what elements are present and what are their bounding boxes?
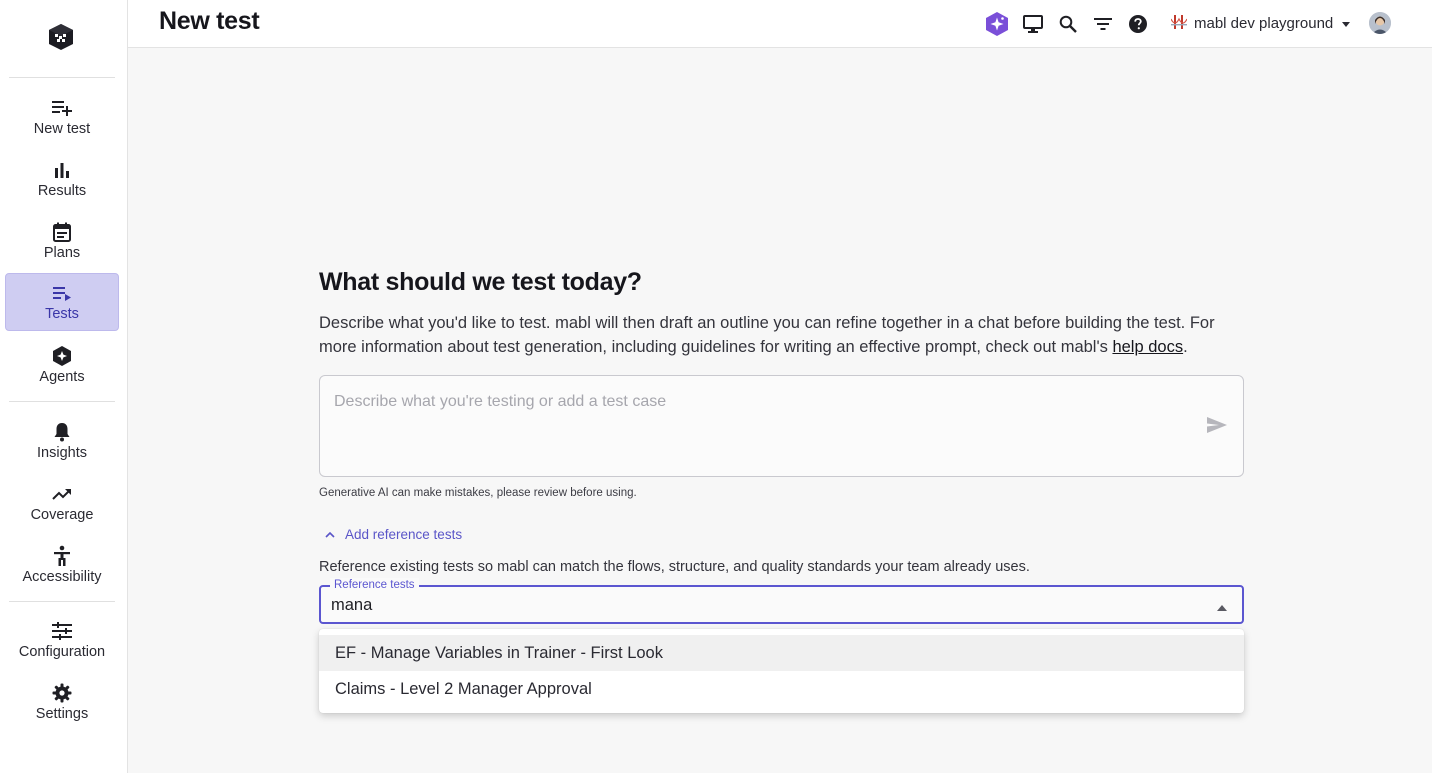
- tune-icon: [51, 620, 73, 642]
- sidebar-item-label: Results: [37, 183, 87, 199]
- nav-divider: [9, 401, 115, 402]
- reference-tests-input[interactable]: [331, 593, 1191, 617]
- sidebar-item-label: Insights: [37, 445, 87, 461]
- sidebar-item-plans[interactable]: Plans: [5, 213, 119, 271]
- sidebar-item-results[interactable]: Results: [5, 151, 119, 209]
- sidebar-item-tests[interactable]: Tests: [5, 273, 119, 331]
- reference-field-label: Reference tests: [330, 578, 419, 592]
- sidebar-item-label: New test: [33, 121, 91, 137]
- chevron-up-icon: [325, 525, 335, 543]
- mabl-logo[interactable]: [46, 22, 76, 52]
- sidebar-item-label: Agents: [39, 369, 85, 385]
- ai-sparkle-icon[interactable]: [984, 11, 1010, 37]
- bell-icon: [51, 421, 73, 443]
- reference-description: Reference existing tests so mabl can mat…: [319, 559, 1030, 575]
- avatar[interactable]: [1369, 12, 1391, 34]
- caret-up-icon[interactable]: [1216, 600, 1228, 611]
- search-icon[interactable]: [1055, 11, 1081, 37]
- sidebar-item-insights[interactable]: Insights: [5, 413, 119, 471]
- prompt-box: [319, 375, 1244, 477]
- sidebar-item-label: Coverage: [30, 507, 94, 523]
- page-title: New test: [159, 7, 260, 35]
- main-heading: What should we test today?: [319, 268, 642, 296]
- sidebar-item-label: Configuration: [18, 644, 106, 660]
- description-text: Describe what you'd like to test. mabl w…: [319, 314, 1215, 356]
- reference-options-menu: EF - Manage Variables in Trainer - First…: [319, 629, 1244, 713]
- sidebar-item-coverage[interactable]: Coverage: [5, 475, 119, 533]
- top-header: New test mabl dev playground: [128, 0, 1432, 48]
- send-icon: [1206, 416, 1228, 439]
- send-button[interactable]: [1205, 415, 1229, 439]
- trending-up-icon: [51, 483, 73, 505]
- sidebar-item-accessibility[interactable]: Accessibility: [5, 537, 119, 595]
- caret-down-icon: [1342, 14, 1351, 32]
- add-reference-tests-toggle[interactable]: Add reference tests: [325, 525, 485, 543]
- workspace-name: mabl dev playground: [1194, 14, 1334, 32]
- reference-option[interactable]: EF - Manage Variables in Trainer - First…: [319, 635, 1244, 671]
- sidebar-item-new-test[interactable]: New test: [5, 89, 119, 147]
- help-docs-link[interactable]: help docs: [1112, 338, 1183, 356]
- sidebar: New test Results Plans Tests Agents Insi…: [0, 0, 128, 773]
- sidebar-item-label: Accessibility: [22, 569, 102, 585]
- description-end: .: [1183, 338, 1188, 356]
- sidebar-item-label: Plans: [43, 245, 81, 261]
- ai-disclaimer: Generative AI can make mistakes, please …: [319, 487, 637, 499]
- nav-divider: [9, 77, 115, 78]
- reference-option[interactable]: Claims - Level 2 Manager Approval: [319, 671, 1244, 707]
- add-reference-label: Add reference tests: [345, 526, 463, 542]
- playlist-add-icon: [51, 97, 73, 119]
- sidebar-item-agents[interactable]: Agents: [5, 337, 119, 395]
- sidebar-item-label: Tests: [45, 306, 79, 322]
- workspace-selector[interactable]: mabl dev playground: [1170, 12, 1351, 34]
- help-icon[interactable]: [1125, 11, 1151, 37]
- agent-sparkle-icon: [51, 345, 73, 367]
- nav-divider: [9, 601, 115, 602]
- workspace-bridge-icon: [1170, 13, 1188, 34]
- intro-description: Describe what you'd like to test. mabl w…: [319, 311, 1245, 359]
- new-test-panel: What should we test today? Describe what…: [319, 268, 1245, 713]
- test-prompt-input[interactable]: [334, 390, 1194, 414]
- reference-tests-field: Reference tests: [319, 578, 1244, 624]
- sidebar-item-label: Settings: [35, 706, 89, 722]
- bar-chart-icon: [51, 159, 73, 181]
- desktop-icon[interactable]: [1020, 11, 1046, 37]
- sidebar-item-configuration[interactable]: Configuration: [5, 612, 119, 670]
- gear-icon: [51, 682, 73, 704]
- filter-icon[interactable]: [1090, 11, 1116, 37]
- sidebar-item-settings[interactable]: Settings: [5, 674, 119, 732]
- playlist-icon: [51, 282, 73, 304]
- calendar-icon: [51, 221, 73, 243]
- accessibility-icon: [51, 545, 73, 567]
